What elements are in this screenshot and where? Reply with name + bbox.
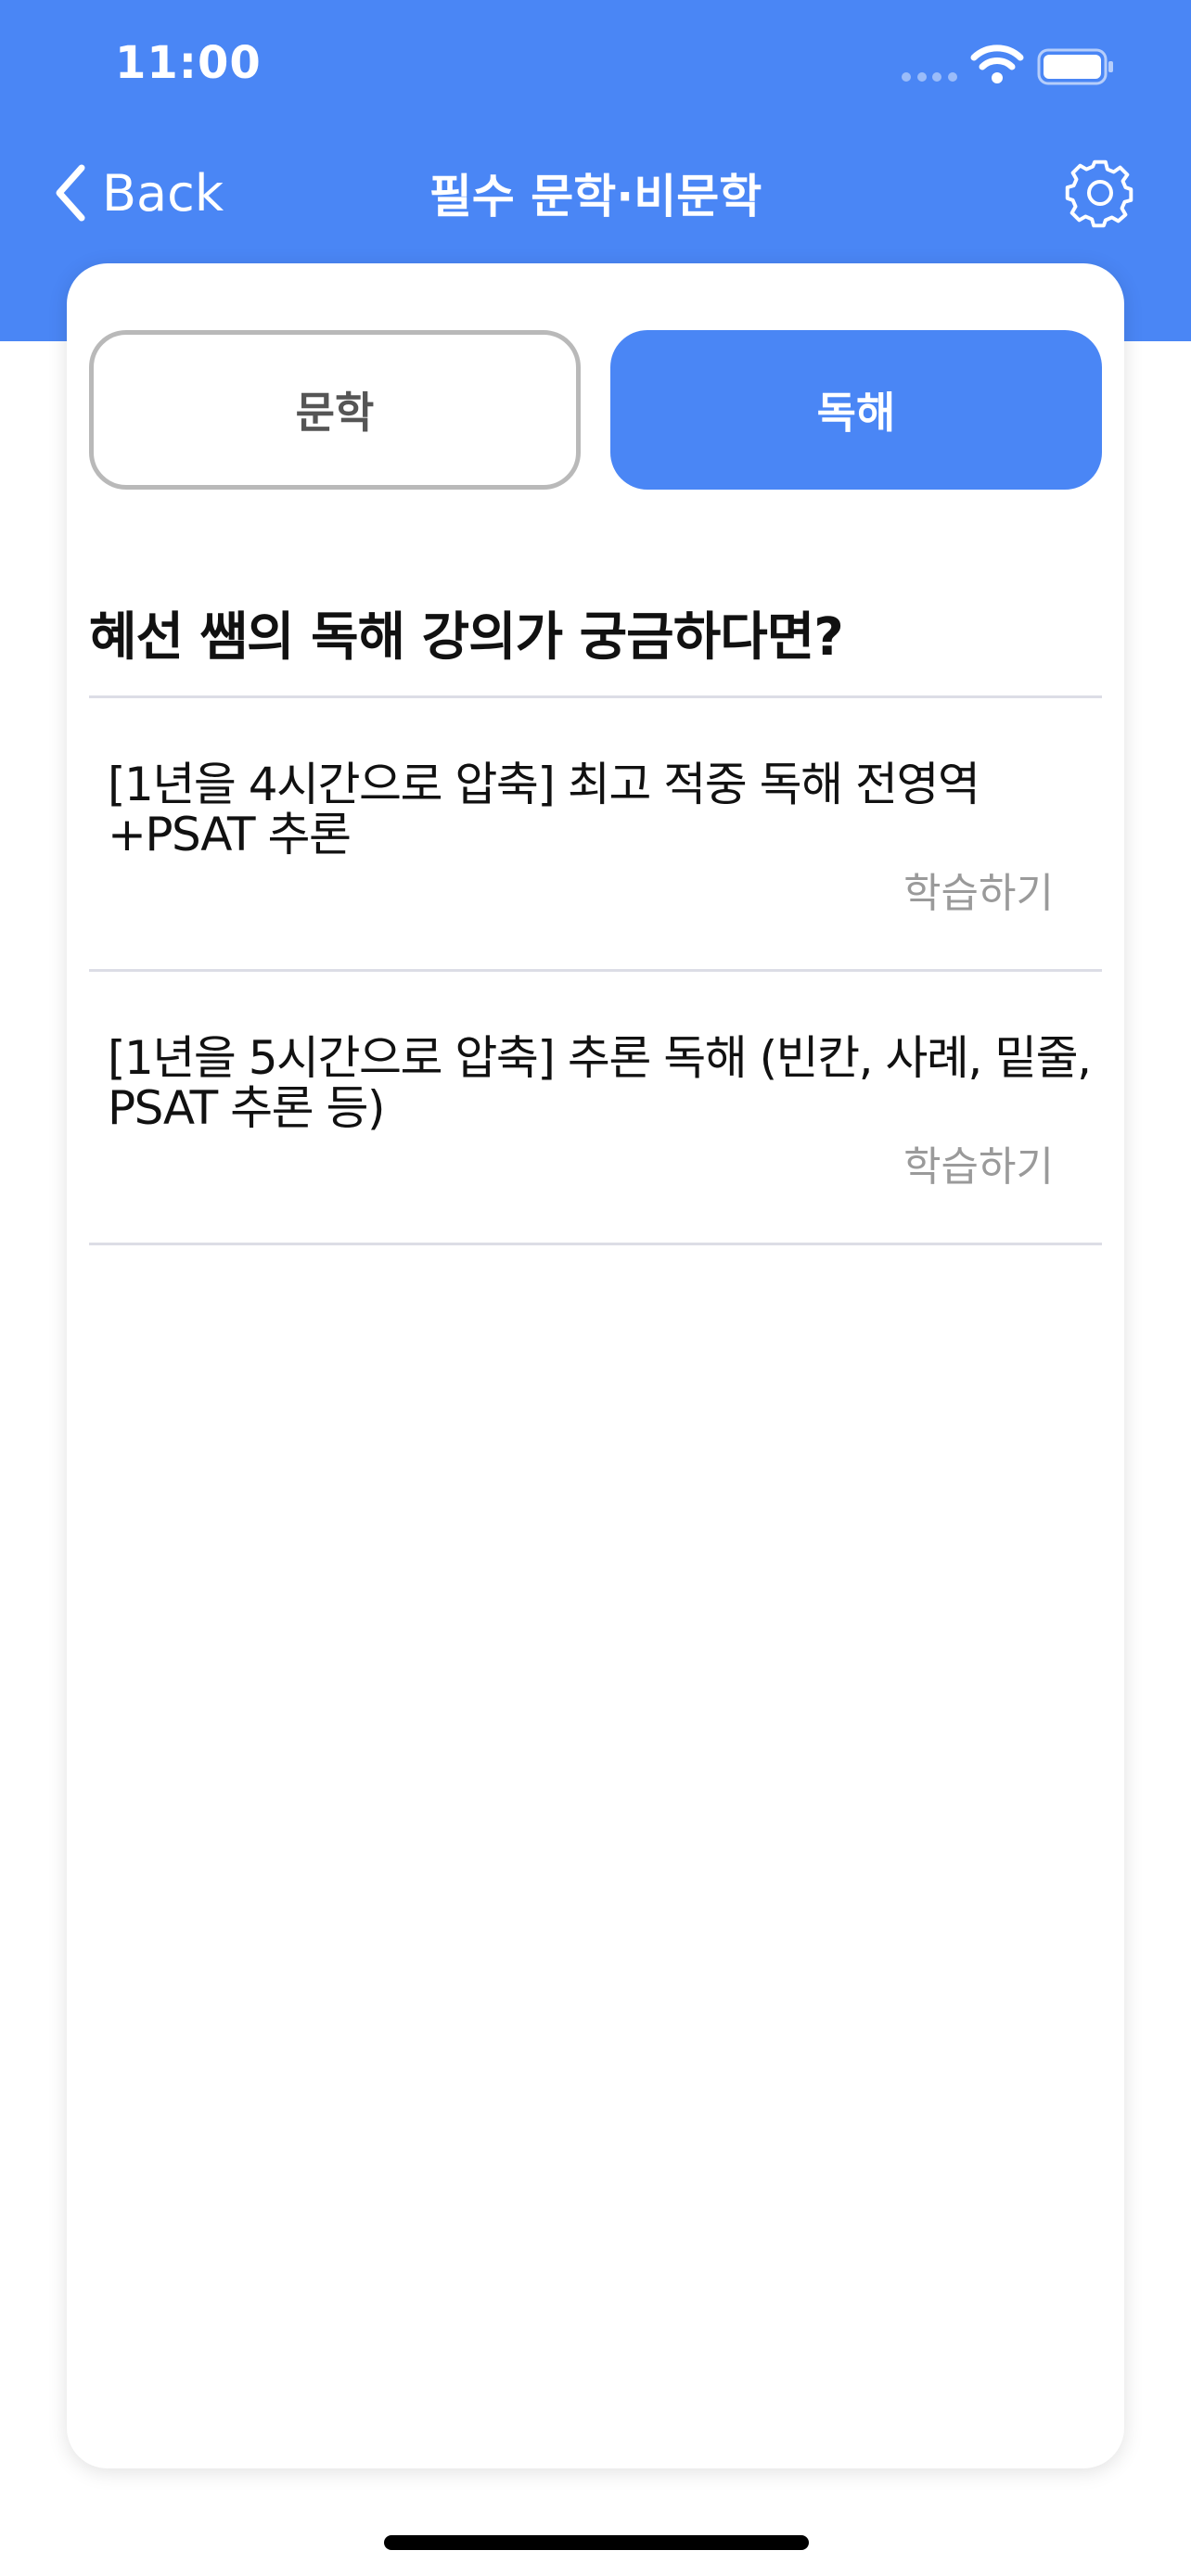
lesson-title: [1년을 4시간으로 압축] 최고 적중 독해 전영역+PSAT 추론 bbox=[108, 758, 980, 861]
page-title: 필수 문학·비문학 bbox=[429, 170, 762, 223]
lesson-item[interactable]: [1년을 5시간으로 압축] 추론 독해 (빈칸, 사례, 밑줄, PSAT 추… bbox=[89, 972, 1102, 1243]
divider bbox=[89, 1243, 1102, 1245]
battery-icon bbox=[1037, 48, 1113, 85]
tab-literature[interactable]: 문학 bbox=[89, 330, 581, 490]
gear-icon[interactable] bbox=[1065, 158, 1135, 228]
home-indicator bbox=[384, 2535, 809, 2550]
cellular-signal-icon bbox=[902, 72, 957, 83]
wifi-icon bbox=[970, 45, 1024, 83]
study-button[interactable]: 학습하기 bbox=[903, 860, 1054, 919]
lesson-item[interactable]: [1년을 4시간으로 압축] 최고 적중 독해 전영역+PSAT 추론 학습하기 bbox=[89, 698, 1102, 969]
screen: 11:00 Back 필수 문학·비문학 문학 독해 혜선 쌤의 독해 강의가 … bbox=[0, 0, 1191, 2576]
content-card: 문학 독해 혜선 쌤의 독해 강의가 궁금하다면? [1년을 4시간으로 압축]… bbox=[67, 263, 1124, 2468]
chevron-left-icon bbox=[56, 164, 85, 222]
back-label: Back bbox=[102, 163, 224, 223]
lesson-title: [1년을 5시간으로 압축] 추론 독해 (빈칸, 사례, 밑줄, PSAT 추… bbox=[108, 1031, 1092, 1135]
section-title: 혜선 쌤의 독해 강의가 궁금하다면? bbox=[89, 607, 844, 668]
status-time: 11:00 bbox=[115, 37, 262, 89]
study-button[interactable]: 학습하기 bbox=[903, 1133, 1054, 1192]
back-button[interactable]: Back bbox=[52, 156, 224, 230]
tab-reading[interactable]: 독해 bbox=[610, 330, 1102, 490]
